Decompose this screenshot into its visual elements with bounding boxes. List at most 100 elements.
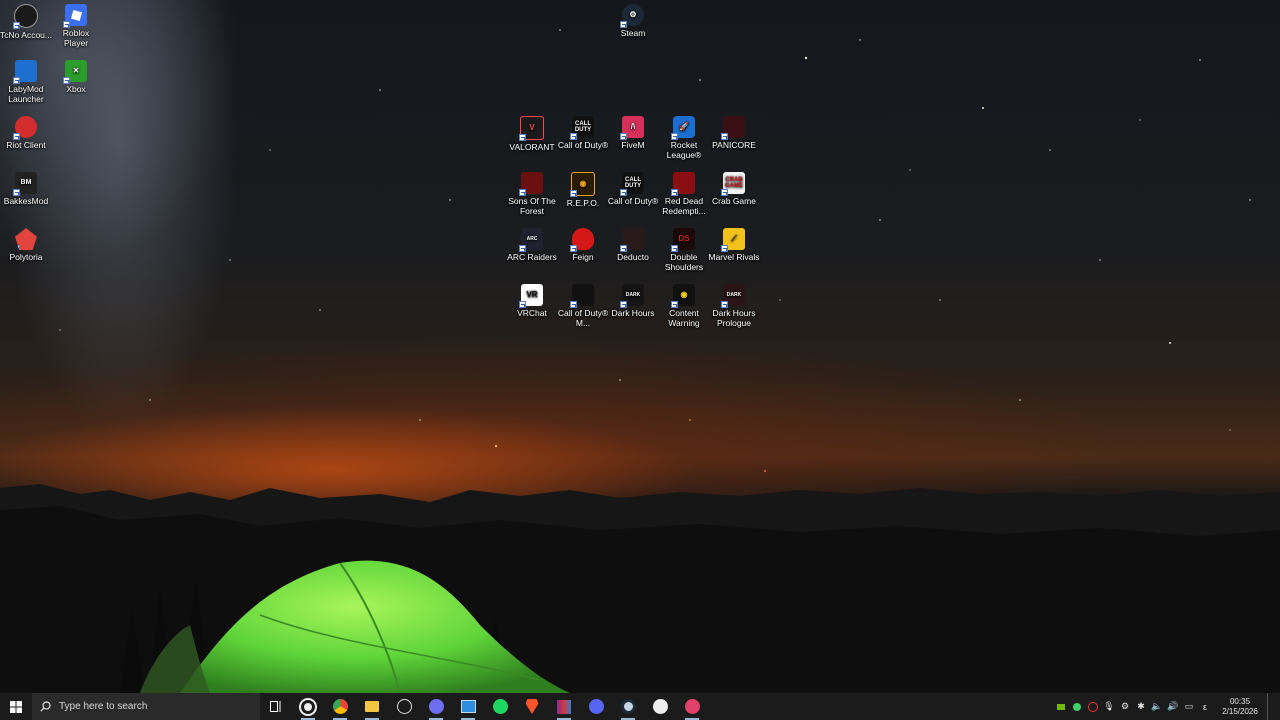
red-dead-icon <box>671 172 695 196</box>
taskbar-chrome[interactable] <box>324 693 356 720</box>
desktop-icon-crab[interactable]: CRAB GAME Crab Game <box>708 172 760 206</box>
desktop-icon-arc[interactable]: ARC ARC Raiders <box>506 228 558 262</box>
tray-bluetooth[interactable]: ✱ <box>1133 693 1149 720</box>
riot-client-icon <box>13 116 37 140</box>
call-of-duty-icon: CALL DUTY <box>620 172 644 196</box>
desktop-icon-darkhours[interactable]: DARK Dark Hours <box>607 284 659 318</box>
desktop-icon-darkprologue[interactable]: DARK Dark Hours Prologue <box>708 284 760 328</box>
tray-network[interactable]: ▭ <box>1181 693 1197 720</box>
taskbar-brave[interactable] <box>516 693 548 720</box>
taskbar-spotify[interactable] <box>484 693 516 720</box>
volume-icon: 🔊 <box>1167 701 1179 711</box>
rocket-league-icon <box>684 699 700 714</box>
desktop-icon-rdr[interactable]: Red Dead Redempti... <box>658 172 710 216</box>
taskbar-steam-helper[interactable] <box>292 693 324 720</box>
steam-tray-icon <box>301 699 315 714</box>
panicore-icon <box>721 116 745 140</box>
steam-icon <box>620 699 636 714</box>
brave-icon <box>525 699 539 714</box>
deducto-icon <box>620 228 644 252</box>
taskbar-discord[interactable] <box>580 693 612 720</box>
desktop-icon-sons[interactable]: Sons Of The Forest <box>506 172 558 216</box>
desktop-icon-vrchat[interactable]: VR VRChat <box>506 284 558 318</box>
taskbar-discord-ptb[interactable] <box>420 693 452 720</box>
desktop-icon-riot[interactable]: Riot Client <box>0 116 52 150</box>
task-view-icon <box>270 701 281 712</box>
desktop-icon-label: Call of Duty® <box>557 140 609 150</box>
desktop-icon-label: VRChat <box>517 308 547 318</box>
search-placeholder: Type here to search <box>59 701 148 712</box>
file-explorer-icon <box>365 701 379 712</box>
desktop-icon-label: Deducto <box>617 252 649 262</box>
desktop-icon-roblox[interactable]: Roblox Player <box>50 4 102 48</box>
desktop-icon-repo[interactable]: ◉ R.E.P.O. <box>557 172 609 208</box>
desktop-icon-xbox[interactable]: ✕ Xbox <box>50 60 102 94</box>
desktop-icon-marvel[interactable]: ⟋ Marvel Rivals <box>708 228 760 262</box>
roblox-icon <box>63 4 87 28</box>
clock-date: 2/15/2026 <box>1222 706 1258 716</box>
desktop-icon-tcno[interactable]: TcNo Accou... <box>0 4 52 40</box>
desktop-icon-deducto[interactable]: Deducto <box>607 228 659 262</box>
desktop-icon-content[interactable]: ◉ Content Warning <box>658 284 710 328</box>
desktop-icon-label: Content Warning <box>668 308 700 328</box>
steam-icon: ⚙ <box>620 4 644 28</box>
desktop-icon-label: R.E.P.O. <box>566 198 600 208</box>
desktop-icon-double[interactable]: DS Double Shoulders <box>658 228 710 272</box>
desktop-icon-codm[interactable]: Call of Duty® M... <box>557 284 609 328</box>
desktop-icon-rocket[interactable]: 🚀 Rocket League® <box>658 116 710 160</box>
desktop-icon-label: Sons Of The Forest <box>508 196 556 216</box>
desktop-icon-labymod[interactable]: LabyMod Launcher <box>0 60 52 104</box>
desktop-icon-fivem[interactable]: /\ FiveM <box>607 116 659 150</box>
desktop-icon-label: Call of Duty® <box>607 196 659 206</box>
taskbar-epic[interactable] <box>644 693 676 720</box>
taskbar-rocket-league[interactable] <box>676 693 708 720</box>
desktop-icon-steam[interactable]: ⚙ Steam <box>607 4 659 38</box>
tray-status[interactable] <box>1069 693 1085 720</box>
tray-language[interactable]: ε <box>1197 693 1213 720</box>
language-indicator: ε <box>1202 701 1207 712</box>
call-of-duty-icon: CALL DUTY <box>570 116 594 140</box>
fivem-icon: /\ <box>620 116 644 140</box>
tray-speaker[interactable]: 🔈 <box>1149 693 1165 720</box>
desktop-icon-label: VALORANT <box>509 142 555 152</box>
desktop-icon-bakkesmod[interactable]: BM BakkesMod <box>0 172 52 206</box>
tray-mic[interactable]: 🎙 <box>1101 693 1117 720</box>
rocket-league-icon: 🚀 <box>671 116 695 140</box>
desktop-icon-valorant[interactable]: V VALORANT <box>506 116 558 152</box>
taskbar-steam[interactable] <box>612 693 644 720</box>
desktop-icon-label: Polytoria <box>9 252 43 262</box>
tray-red-app[interactable] <box>1085 693 1101 720</box>
status-dot-icon <box>1073 702 1081 711</box>
taskbar: Type here to search 🎙 ⚙ ✱ 🔈 🔊 ▭ ε 00:35 … <box>0 693 1280 720</box>
desktop-icon-label: BakkesMod <box>3 196 49 206</box>
clock[interactable]: 00:35 2/15/2026 <box>1217 697 1263 717</box>
taskbar-obs[interactable] <box>388 693 420 720</box>
search-box[interactable]: Type here to search <box>32 693 260 720</box>
tray-steam[interactable]: ⚙ <box>1117 693 1133 720</box>
tray-nvidia[interactable] <box>1053 693 1069 720</box>
tray-volume[interactable]: 🔊 <box>1165 693 1181 720</box>
desktop-icon-panicore[interactable]: PANICORE <box>708 116 760 150</box>
nvidia-icon <box>1057 703 1065 710</box>
taskbar-file-explorer[interactable] <box>356 693 388 720</box>
arc-raiders-icon: ARC <box>519 228 543 252</box>
crab-game-icon: CRAB GAME <box>721 172 745 196</box>
desktop-icon-polytoria[interactable]: Polytoria <box>0 228 52 262</box>
desktop-icon-feign[interactable]: Feign <box>557 228 609 262</box>
task-view-button[interactable] <box>260 693 292 720</box>
taskbar-winrar[interactable] <box>548 693 580 720</box>
desktop-icon-label: Xbox <box>66 84 86 94</box>
desktop-icon-cod1[interactable]: CALL DUTY Call of Duty® <box>557 116 609 150</box>
speaker-icon: 🔈 <box>1151 701 1163 711</box>
desktop-icon-label: Dark Hours Prologue <box>712 308 756 328</box>
desktop-icon-label: LabyMod Launcher <box>8 84 44 104</box>
polytoria-icon <box>15 228 37 250</box>
start-button[interactable] <box>0 693 32 720</box>
call-of-duty-mw-icon <box>570 284 594 308</box>
sons-of-the-forest-icon <box>519 172 543 196</box>
desktop-icon-label: TcNo Accou... <box>0 30 52 40</box>
show-desktop-button[interactable] <box>1267 693 1272 720</box>
taskbar-window-app[interactable] <box>452 693 484 720</box>
discord-icon <box>588 699 604 714</box>
desktop-icon-cod2[interactable]: CALL DUTY Call of Duty® <box>607 172 659 206</box>
